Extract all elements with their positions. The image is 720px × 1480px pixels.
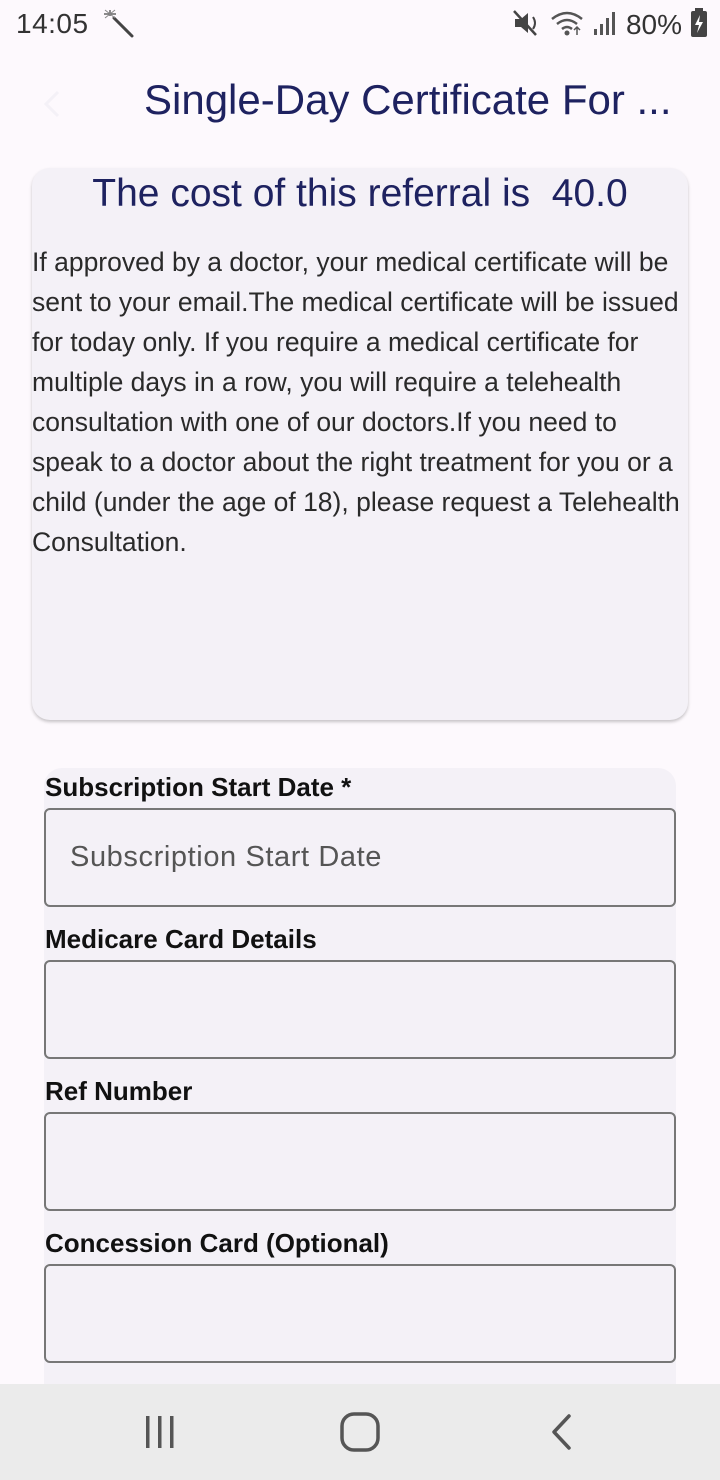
- concession-card-field[interactable]: [44, 1264, 676, 1363]
- ref-number-field[interactable]: [44, 1112, 676, 1211]
- screen: 14:05 80% Single-Day Certificate For ...…: [0, 0, 720, 1480]
- status-bar: 14:05 80%: [0, 0, 720, 50]
- concession-card-label: Concession Card (Optional): [45, 1228, 389, 1258]
- battery-charging-icon: [690, 7, 708, 43]
- ref-number-input[interactable]: [46, 1114, 674, 1209]
- subscription-start-date-field[interactable]: [44, 808, 676, 907]
- subscription-start-date-label: Subscription Start Date *: [45, 772, 352, 802]
- medicare-card-details-field[interactable]: [44, 960, 676, 1059]
- wifi-icon: [550, 9, 584, 42]
- info-card: The cost of this referral is 40.0 If app…: [32, 168, 688, 720]
- signal-icon: [592, 9, 618, 42]
- referral-cost-text: The cost of this referral is 40.0: [92, 172, 628, 215]
- battery-percent: 80%: [625, 9, 682, 40]
- status-icons: 80%: [512, 6, 708, 44]
- page-title: Single-Day Certificate For ...: [144, 76, 672, 123]
- magic-wand-icon: [102, 8, 136, 40]
- recent-apps-icon[interactable]: [130, 1406, 190, 1458]
- app-bar: Single-Day Certificate For ...: [0, 62, 720, 146]
- concession-card-input[interactable]: [46, 1266, 674, 1361]
- certificate-description: If approved by a doctor, your medical ce…: [32, 247, 680, 557]
- home-icon[interactable]: [330, 1406, 390, 1458]
- back-icon[interactable]: [532, 1406, 592, 1458]
- subscription-start-date-input[interactable]: [46, 810, 674, 905]
- medicare-card-details-input[interactable]: [46, 962, 674, 1057]
- medicare-card-details-label: Medicare Card Details: [45, 924, 317, 954]
- ref-number-label: Ref Number: [45, 1076, 193, 1106]
- back-arrow-icon[interactable]: [28, 80, 76, 128]
- system-nav-bar: [0, 1384, 720, 1480]
- status-time: 14:05: [16, 8, 89, 39]
- mute-icon: [512, 9, 542, 42]
